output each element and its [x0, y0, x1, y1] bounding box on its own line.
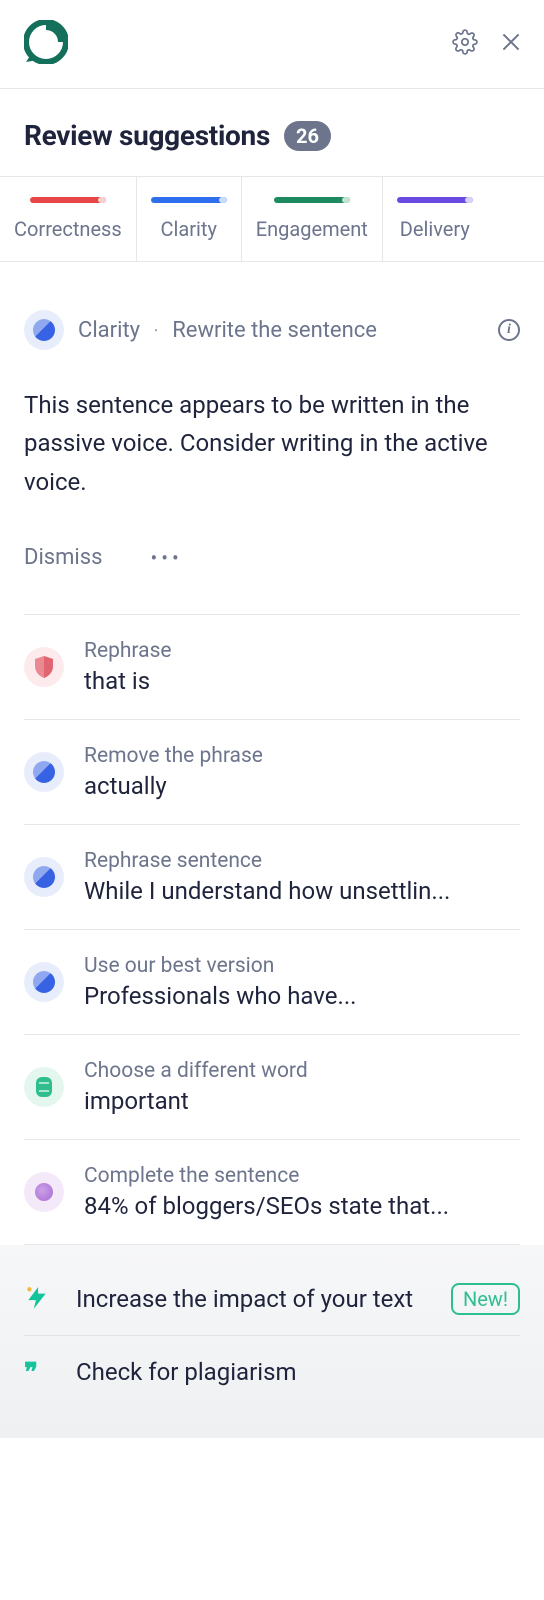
expanded-actions: Dismiss •••: [24, 545, 520, 614]
separator-dot: ·: [154, 321, 158, 340]
tab-bar-icon: [397, 197, 473, 203]
tab-delivery[interactable]: Delivery: [383, 177, 487, 261]
suggestion-hint: Complete the sentence: [84, 1164, 520, 1188]
expanded-hint: Rewrite the sentence: [172, 318, 377, 343]
page-title: Review suggestions: [24, 119, 270, 152]
close-icon[interactable]: [498, 29, 524, 55]
suggestion-item[interactable]: Rephrase that is: [24, 614, 520, 719]
tab-label: Correctness: [14, 217, 122, 241]
tab-clarity[interactable]: Clarity: [137, 177, 242, 261]
bolt-icon: [24, 1285, 52, 1315]
tab-label: Engagement: [256, 217, 368, 241]
page-title-row: Review suggestions 26: [0, 89, 544, 176]
expanded-category: Clarity: [78, 318, 140, 343]
suggestion-item[interactable]: Choose a different word important: [24, 1034, 520, 1139]
suggestion-hint: Rephrase: [84, 639, 520, 663]
expanded-suggestion: Clarity · Rewrite the sentence i This se…: [0, 262, 544, 614]
footer-plagiarism-text: Check for plagiarism: [76, 1354, 520, 1390]
tab-bar-icon: [30, 197, 106, 203]
suggestion-hint: Rephrase sentence: [84, 849, 520, 873]
info-icon[interactable]: i: [498, 319, 520, 341]
dismiss-button[interactable]: Dismiss: [24, 545, 103, 570]
tab-correctness[interactable]: Correctness: [0, 177, 137, 261]
tab-engagement[interactable]: Engagement: [242, 177, 383, 261]
tab-bar-icon: [274, 197, 350, 203]
engagement-icon: [24, 1067, 64, 1107]
more-options-icon[interactable]: •••: [151, 546, 183, 570]
topbar: [0, 0, 544, 89]
clarity-icon: [24, 857, 64, 897]
footer-plagiarism[interactable]: ❞ Check for plagiarism: [24, 1335, 520, 1408]
expanded-header: Clarity · Rewrite the sentence i: [24, 310, 520, 350]
settings-icon[interactable]: [452, 29, 478, 55]
suggestion-hint: Remove the phrase: [84, 744, 520, 768]
new-badge: New!: [451, 1283, 520, 1315]
suggestion-content: actually: [84, 772, 520, 800]
grammarly-logo: [24, 20, 68, 64]
footer-impact-text: Increase the impact of your text: [76, 1281, 427, 1317]
tab-label: Clarity: [161, 217, 217, 241]
category-tabs: Correctness Clarity Engagement Delivery: [0, 176, 544, 262]
quotes-icon: ❞: [24, 1358, 52, 1388]
suggestion-hint: Choose a different word: [84, 1059, 520, 1083]
expanded-body: This sentence appears to be written in t…: [24, 386, 520, 501]
footer-impact[interactable]: Increase the impact of your text New!: [24, 1263, 520, 1335]
suggestion-content: that is: [84, 667, 520, 695]
suggestion-hint: Use our best version: [84, 954, 520, 978]
suggestion-item[interactable]: Use our best version Professionals who h…: [24, 929, 520, 1034]
suggestion-item[interactable]: Rephrase sentence While I understand how…: [24, 824, 520, 929]
suggestion-list: Rephrase that is Remove the phrase actua…: [0, 614, 544, 1245]
suggestion-content: important: [84, 1087, 520, 1115]
suggestion-item[interactable]: Remove the phrase actually: [24, 719, 520, 824]
clarity-icon: [24, 752, 64, 792]
suggestion-count-badge: 26: [284, 121, 331, 151]
suggestion-content: While I understand how unsettlin...: [84, 877, 520, 905]
clarity-icon: [24, 962, 64, 1002]
footer-promos: Increase the impact of your text New! ❞ …: [0, 1245, 544, 1438]
suggestion-content: 84% of bloggers/SEOs state that...: [84, 1192, 520, 1220]
correctness-icon: [24, 647, 64, 687]
delivery-icon: [24, 1172, 64, 1212]
tab-label: Delivery: [400, 217, 470, 241]
clarity-icon: [24, 310, 64, 350]
tab-bar-icon: [151, 197, 227, 203]
suggestion-content: Professionals who have...: [84, 982, 520, 1010]
suggestion-item[interactable]: Complete the sentence 84% of bloggers/SE…: [24, 1139, 520, 1245]
